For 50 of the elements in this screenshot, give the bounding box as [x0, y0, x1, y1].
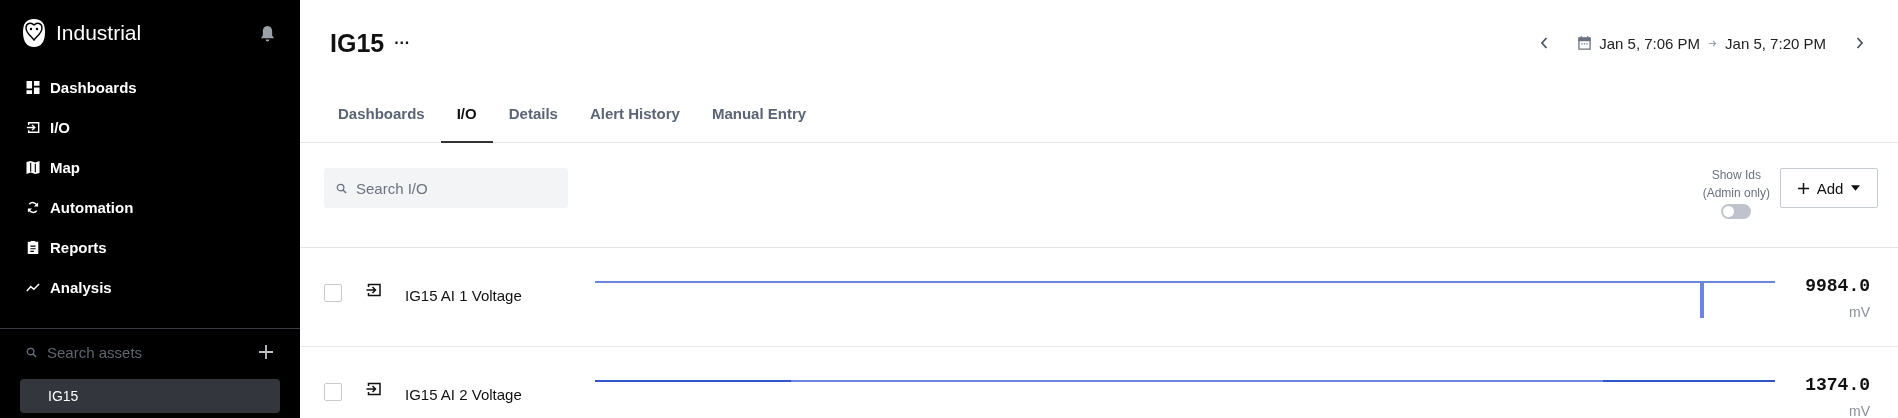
calendar-icon — [1578, 36, 1592, 50]
map-icon — [26, 160, 40, 174]
nav-item[interactable]: Analysis — [20, 267, 280, 307]
row-checkbox[interactable] — [324, 284, 342, 302]
current-value: 1374.0 — [1805, 375, 1870, 395]
brand-name: Industrial — [56, 21, 143, 45]
admin-only-note: (Admin only) — [1702, 186, 1770, 200]
nav-item[interactable]: Automation — [20, 187, 280, 227]
nav-item[interactable]: Dashboards — [20, 67, 280, 107]
range-start[interactable]: Jan 5, 7:06 PM — [1599, 34, 1701, 52]
range-end[interactable]: Jan 5, 7:20 PM — [1725, 34, 1826, 52]
show-ids-toggle[interactable] — [1721, 204, 1752, 219]
trend-icon — [26, 282, 40, 292]
plus-icon — [1797, 182, 1809, 194]
arrow-right-icon — [1708, 38, 1718, 48]
io-name[interactable]: IG15 AI 1 Voltage — [405, 287, 595, 304]
io-name[interactable]: IG15 AI 2 Voltage — [405, 386, 595, 403]
input-icon — [365, 283, 382, 297]
bell-icon[interactable] — [260, 24, 275, 42]
asset-search-field[interactable]: Search assets — [45, 342, 229, 362]
chevron-left-icon[interactable] — [1540, 37, 1549, 49]
unit-label: mV — [1849, 403, 1870, 418]
sync-icon — [26, 200, 40, 214]
search-icon — [26, 346, 37, 358]
nav-item[interactable]: Reports — [20, 227, 280, 267]
input-icon — [26, 120, 40, 134]
add-button[interactable]: Add — [1780, 168, 1878, 208]
tab[interactable]: I/O — [440, 86, 493, 143]
current-value: 9984.0 — [1805, 276, 1870, 296]
nav-item[interactable]: I/O — [20, 107, 280, 147]
page-title: IG15 — [330, 28, 385, 58]
row-checkbox[interactable] — [324, 383, 342, 401]
asset-item[interactable]: IG15 — [20, 379, 280, 413]
show-ids-label: Show Ids — [1711, 168, 1761, 182]
caret-icon — [1851, 185, 1861, 191]
io-search-field[interactable]: Search I/O — [324, 168, 568, 208]
tab[interactable]: Dashboards — [322, 86, 441, 143]
tab[interactable]: Details — [492, 86, 574, 143]
add-icon[interactable] — [258, 344, 274, 360]
chevron-right-icon[interactable] — [1856, 37, 1864, 49]
tab[interactable]: Alert History — [573, 86, 696, 143]
owl-logo-icon — [22, 18, 46, 48]
search-icon — [336, 183, 347, 194]
clipboard-icon — [26, 240, 40, 254]
nav-item[interactable]: Map — [20, 147, 280, 187]
input-icon — [365, 382, 382, 396]
dashboard-icon — [26, 80, 40, 94]
more-button[interactable]: ··· — [394, 34, 411, 52]
unit-label: mV — [1849, 304, 1870, 320]
tab[interactable]: Manual Entry — [695, 86, 823, 143]
